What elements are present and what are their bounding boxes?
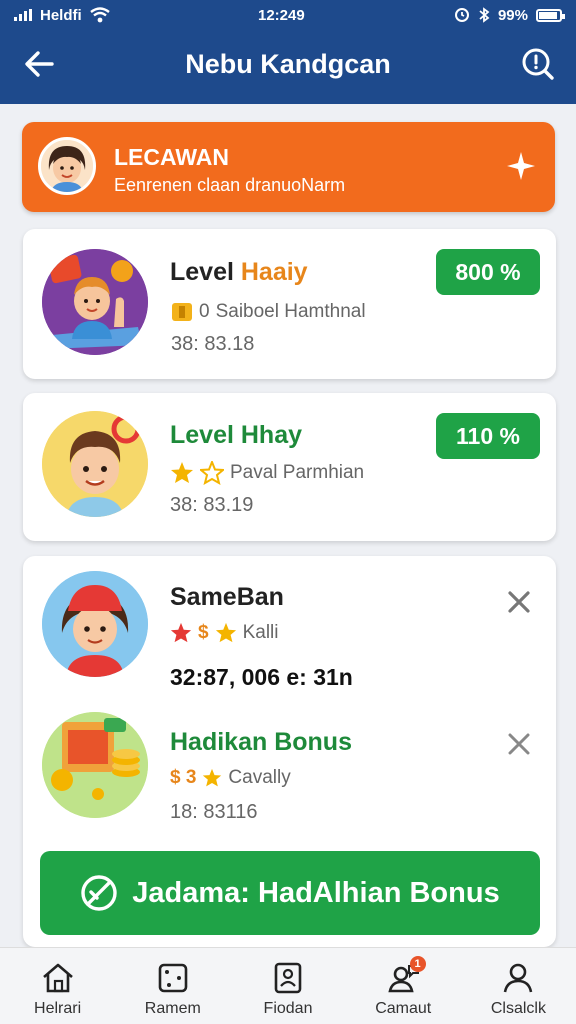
level-time: 38: 83.18	[171, 333, 255, 355]
level-title: Level Hhay	[170, 421, 303, 449]
list-item-subtitle-row: $ 3 Cavally	[170, 767, 291, 789]
list-item-title: Hadikan Bonus	[170, 728, 352, 756]
wifi-icon	[89, 7, 110, 23]
signal-icon	[14, 9, 32, 21]
banner-title: LECAWAN	[114, 144, 229, 170]
dismiss-icon[interactable]	[506, 731, 532, 757]
battery-percent: 99%	[497, 6, 528, 24]
star-icon	[171, 462, 193, 483]
clock: 12:249	[258, 6, 305, 24]
banner-avatar	[38, 137, 96, 195]
search-icon[interactable]	[518, 44, 556, 82]
level-title-accent: Haaiy	[240, 258, 308, 286]
star-icon	[203, 768, 222, 787]
nav-item-profile[interactable]: Clsalclk	[461, 948, 576, 1024]
nav-label-home: Helrari	[34, 1000, 82, 1017]
battery-icon	[536, 8, 565, 22]
list-item-currency: $ 3	[170, 767, 197, 788]
id-card-icon	[274, 962, 302, 994]
nav-label-profile: Clsalclk	[490, 1000, 546, 1017]
level-time: 38: 83.19	[170, 494, 254, 516]
level-card[interactable]: Level Haaiy 0 Saiboel Hamthnal 38: 83.18…	[23, 229, 556, 379]
level-avatar	[42, 411, 148, 517]
list-item-title: SameBan	[170, 583, 284, 611]
level-subtitle-code: 0	[199, 301, 210, 322]
level-card[interactable]: Level Hhay Paval Parmhian 38: 83.19 110 …	[23, 393, 556, 541]
level-avatar	[42, 249, 148, 355]
nav-item-card[interactable]: Fiodan	[230, 948, 345, 1024]
nav-label-chat: Camaut	[375, 1000, 432, 1017]
home-icon	[42, 963, 73, 993]
gift-check-icon	[81, 875, 117, 911]
close-icon[interactable]	[506, 589, 532, 615]
promo-banner[interactable]: LECAWAN Eenrenen claan dranuoNarm	[22, 122, 555, 212]
sparkle-icon[interactable]	[505, 150, 537, 182]
list-item-subtitle: Kalli	[242, 622, 279, 643]
status-bar: Heldfi 12:249 99%	[0, 0, 576, 30]
nav-item-home[interactable]: Helrari	[0, 948, 115, 1024]
bonus-avatar	[42, 712, 148, 818]
level-title-text: Level	[170, 258, 241, 286]
carrier-label: Heldfi	[40, 6, 82, 24]
level-subtitle: Paval Parmhian	[230, 462, 365, 483]
claim-bonus-button[interactable]: Jadama: HadAlhian Bonus	[40, 851, 540, 935]
list-item-currency: $	[198, 622, 209, 643]
rewards-list-card: SameBan $ Kalli 32:87, 006 e: 31n Hadika…	[23, 556, 556, 947]
nav-item-games[interactable]: Ramem	[115, 948, 230, 1024]
nav-item-chat[interactable]: 1 Camaut	[346, 948, 461, 1024]
app-header: Heldfi 12:249 99% Nebu Kandgcan	[0, 0, 576, 104]
nav-label-card: Fiodan	[263, 1000, 313, 1017]
nav-label-games: Ramem	[144, 1000, 201, 1017]
list-item-time: 18: 83116	[170, 801, 258, 823]
level-subtitle-row: Paval Parmhian	[170, 461, 364, 485]
percent-badge: 110 %	[436, 413, 540, 459]
banner-subtitle: Eenrenen claan dranuoNarm	[114, 175, 346, 195]
player-avatar	[42, 571, 148, 677]
star-icon	[170, 622, 192, 643]
notification-badge: 1	[409, 956, 426, 972]
star-outline-icon	[200, 461, 224, 485]
percent-badge: 800 %	[436, 249, 540, 295]
level-subtitle: Saiboel Hamthnal	[215, 301, 366, 322]
dice-icon	[158, 963, 188, 993]
list-item-subtitle: Cavally	[228, 767, 291, 788]
claim-bonus-label: Jadama: HadAlhian Bonus	[132, 876, 500, 909]
bottom-nav: Helrari Ramem Fiodan 1 Camaut Clsalclk	[0, 947, 576, 1024]
back-arrow-icon[interactable]	[22, 46, 58, 82]
page-title: Nebu Kandgcan	[185, 48, 391, 79]
list-item-subtitle-row: $ Kalli	[170, 622, 278, 644]
star-icon	[215, 622, 236, 643]
level-title: Level Haaiy	[170, 258, 308, 287]
profile-icon	[504, 963, 533, 993]
bluetooth-icon	[479, 7, 490, 23]
level-subtitle-row: 0 Saiboel Hamthnal	[171, 301, 366, 323]
list-item-time: 32:87, 006 e: 31n	[170, 664, 353, 690]
coin-box-icon	[172, 303, 192, 321]
alarm-icon	[454, 8, 469, 22]
